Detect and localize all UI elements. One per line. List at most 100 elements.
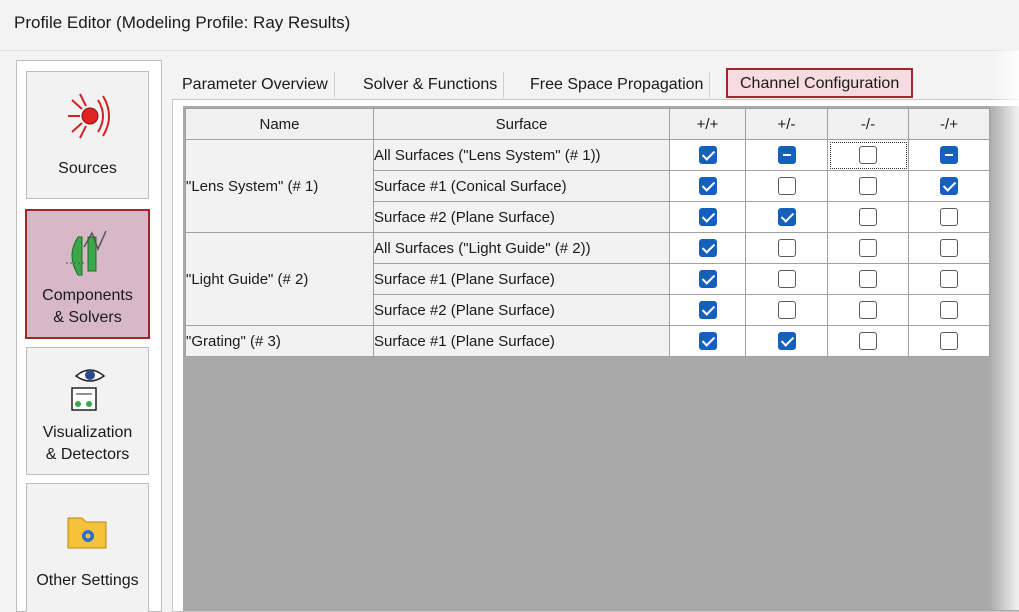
column-header-surface[interactable]: Surface	[373, 108, 670, 140]
surface-cell: Surface #1 (Plane Surface)	[373, 263, 670, 295]
sidebar-item-label: Sources	[58, 160, 117, 177]
checkbox-checked[interactable]	[698, 332, 717, 351]
checkbox-unchecked[interactable]	[859, 177, 877, 196]
checkbox-checked[interactable]	[698, 301, 717, 320]
column-header-plus-plus[interactable]: +/+	[669, 108, 746, 140]
channel-cell-plus-minus[interactable]	[745, 232, 828, 264]
channel-cell-minus-plus[interactable]	[908, 232, 990, 264]
tab-free-space-propagation[interactable]: Free Space Propagation	[524, 72, 711, 98]
checkbox-checked[interactable]	[698, 177, 717, 196]
channel-cell-plus-minus[interactable]	[745, 294, 828, 326]
surface-cell: Surface #2 (Plane Surface)	[373, 294, 670, 326]
checkbox-unchecked[interactable]	[940, 332, 958, 351]
checkbox-unchecked[interactable]	[859, 270, 877, 289]
sidebar-item-other-settings[interactable]: Other Settings	[26, 483, 149, 612]
checkbox-checked[interactable]	[777, 332, 796, 351]
checkbox-checked[interactable]	[698, 270, 717, 289]
lens-components-icon	[58, 223, 118, 283]
checkbox-unchecked[interactable]	[940, 270, 958, 289]
table-body: "Lens System" (# 1) All Surfaces ("Lens S…	[185, 139, 990, 357]
channel-cell-plus-minus[interactable]	[745, 170, 828, 202]
channel-cell-plus-minus[interactable]	[745, 325, 828, 357]
surface-cell: Surface #2 (Plane Surface)	[373, 201, 670, 233]
tab-parameter-overview[interactable]: Parameter Overview	[176, 72, 335, 98]
channel-cell-plus-plus[interactable]	[669, 263, 746, 295]
channel-cell-minus-plus[interactable]	[908, 201, 990, 233]
light-source-icon	[58, 86, 118, 146]
channel-cell-minus-minus[interactable]	[827, 294, 909, 326]
checkbox-checked[interactable]	[698, 146, 717, 165]
sidebar-item-label: Visualization	[42, 424, 133, 441]
table-row: "Lens System" (# 1) All Surfaces ("Lens S…	[185, 139, 990, 233]
checkbox-unchecked[interactable]	[940, 239, 958, 258]
column-header-plus-minus[interactable]: +/-	[745, 108, 828, 140]
checkbox-checked[interactable]	[940, 177, 958, 196]
checkbox-partial[interactable]	[777, 146, 796, 165]
checkbox-unchecked[interactable]	[859, 146, 877, 165]
channel-cell-plus-plus[interactable]	[669, 232, 746, 264]
channel-cell-minus-minus[interactable]	[827, 201, 909, 233]
column-header-minus-plus[interactable]: -/+	[908, 108, 990, 140]
checkbox-unchecked[interactable]	[777, 239, 796, 258]
checkbox-checked[interactable]	[698, 208, 717, 227]
channel-cell-plus-plus[interactable]	[669, 294, 746, 326]
channel-cell-plus-plus[interactable]	[669, 325, 746, 357]
checkbox-checked[interactable]	[777, 208, 796, 227]
channel-cell-minus-minus[interactable]	[827, 325, 909, 357]
eye-detector-icon	[58, 360, 118, 420]
channel-cell-plus-plus[interactable]	[669, 170, 746, 202]
tab-channel-configuration[interactable]: Channel Configuration	[726, 68, 914, 98]
channel-cell-minus-minus[interactable]	[827, 232, 909, 264]
sidebar-item-label: Other Settings	[36, 572, 139, 589]
checkbox-unchecked[interactable]	[859, 208, 877, 227]
checkbox-unchecked[interactable]	[777, 177, 796, 196]
checkbox-unchecked[interactable]	[859, 239, 877, 258]
channel-cell-plus-plus[interactable]	[669, 139, 746, 171]
component-name-cell: "Light Guide" (# 2)	[185, 232, 374, 326]
channel-cell-minus-plus[interactable]	[908, 170, 990, 202]
column-header-name[interactable]: Name	[185, 108, 374, 140]
checkbox-unchecked[interactable]	[859, 332, 877, 351]
surface-cell: Surface #1 (Conical Surface)	[373, 170, 670, 202]
channel-cell-plus-minus[interactable]	[745, 263, 828, 295]
checkbox-unchecked[interactable]	[777, 301, 796, 320]
channel-cell-minus-plus[interactable]	[908, 139, 990, 171]
component-name-cell: "Grating" (# 3)	[185, 325, 374, 357]
category-sidebar: Sources Components & Solvers Visualizati…	[16, 60, 162, 612]
window-title: Profile Editor (Modeling Profile: Ray Re…	[14, 13, 351, 32]
table-row: "Light Guide" (# 2) All Surfaces ("Light …	[185, 232, 990, 326]
channel-cell-plus-minus[interactable]	[745, 139, 828, 171]
folder-gear-icon	[58, 500, 118, 560]
checkbox-checked[interactable]	[698, 239, 717, 258]
channel-cell-minus-plus[interactable]	[908, 294, 990, 326]
channel-configuration-table: Name Surface +/+ +/- -/- -/+ "Lens Syste…	[185, 108, 990, 357]
sidebar-item-label: & Detectors	[45, 446, 130, 463]
surface-cell: All Surfaces ("Light Guide" (# 2))	[373, 232, 670, 264]
channel-cell-minus-minus[interactable]	[827, 170, 909, 202]
checkbox-unchecked[interactable]	[940, 301, 958, 320]
tab-solver-functions[interactable]: Solver & Functions	[357, 72, 505, 98]
table-header-row: Name Surface +/+ +/- -/- -/+	[185, 108, 990, 140]
title-bar: Profile Editor (Modeling Profile: Ray Re…	[0, 0, 1019, 51]
channel-cell-minus-plus[interactable]	[908, 263, 990, 295]
sidebar-item-components[interactable]: Components & Solvers	[25, 209, 150, 339]
column-header-minus-minus[interactable]: -/-	[827, 108, 909, 140]
sidebar-item-sources[interactable]: Sources	[26, 71, 149, 199]
sidebar-item-label: Components	[42, 287, 133, 304]
sidebar-item-visualization[interactable]: Visualization & Detectors	[26, 347, 149, 475]
channel-cell-minus-minus[interactable]	[827, 139, 909, 171]
channel-cell-minus-plus[interactable]	[908, 325, 990, 357]
channel-grid-area: Name Surface +/+ +/- -/- -/+ "Lens Syste…	[183, 106, 1019, 611]
checkbox-unchecked[interactable]	[859, 301, 877, 320]
tab-content-panel: Name Surface +/+ +/- -/- -/+ "Lens Syste…	[172, 99, 1019, 612]
surface-cell: Surface #1 (Plane Surface)	[373, 325, 670, 357]
table-row: "Grating" (# 3) Surface #1 (Plane Surface…	[185, 325, 990, 357]
checkbox-unchecked[interactable]	[940, 208, 958, 227]
surface-cell: All Surfaces ("Lens System" (# 1))	[373, 139, 670, 171]
channel-cell-plus-plus[interactable]	[669, 201, 746, 233]
channel-cell-minus-minus[interactable]	[827, 263, 909, 295]
sidebar-item-label: & Solvers	[53, 309, 122, 326]
checkbox-partial[interactable]	[940, 146, 958, 165]
checkbox-unchecked[interactable]	[777, 270, 796, 289]
channel-cell-plus-minus[interactable]	[745, 201, 828, 233]
